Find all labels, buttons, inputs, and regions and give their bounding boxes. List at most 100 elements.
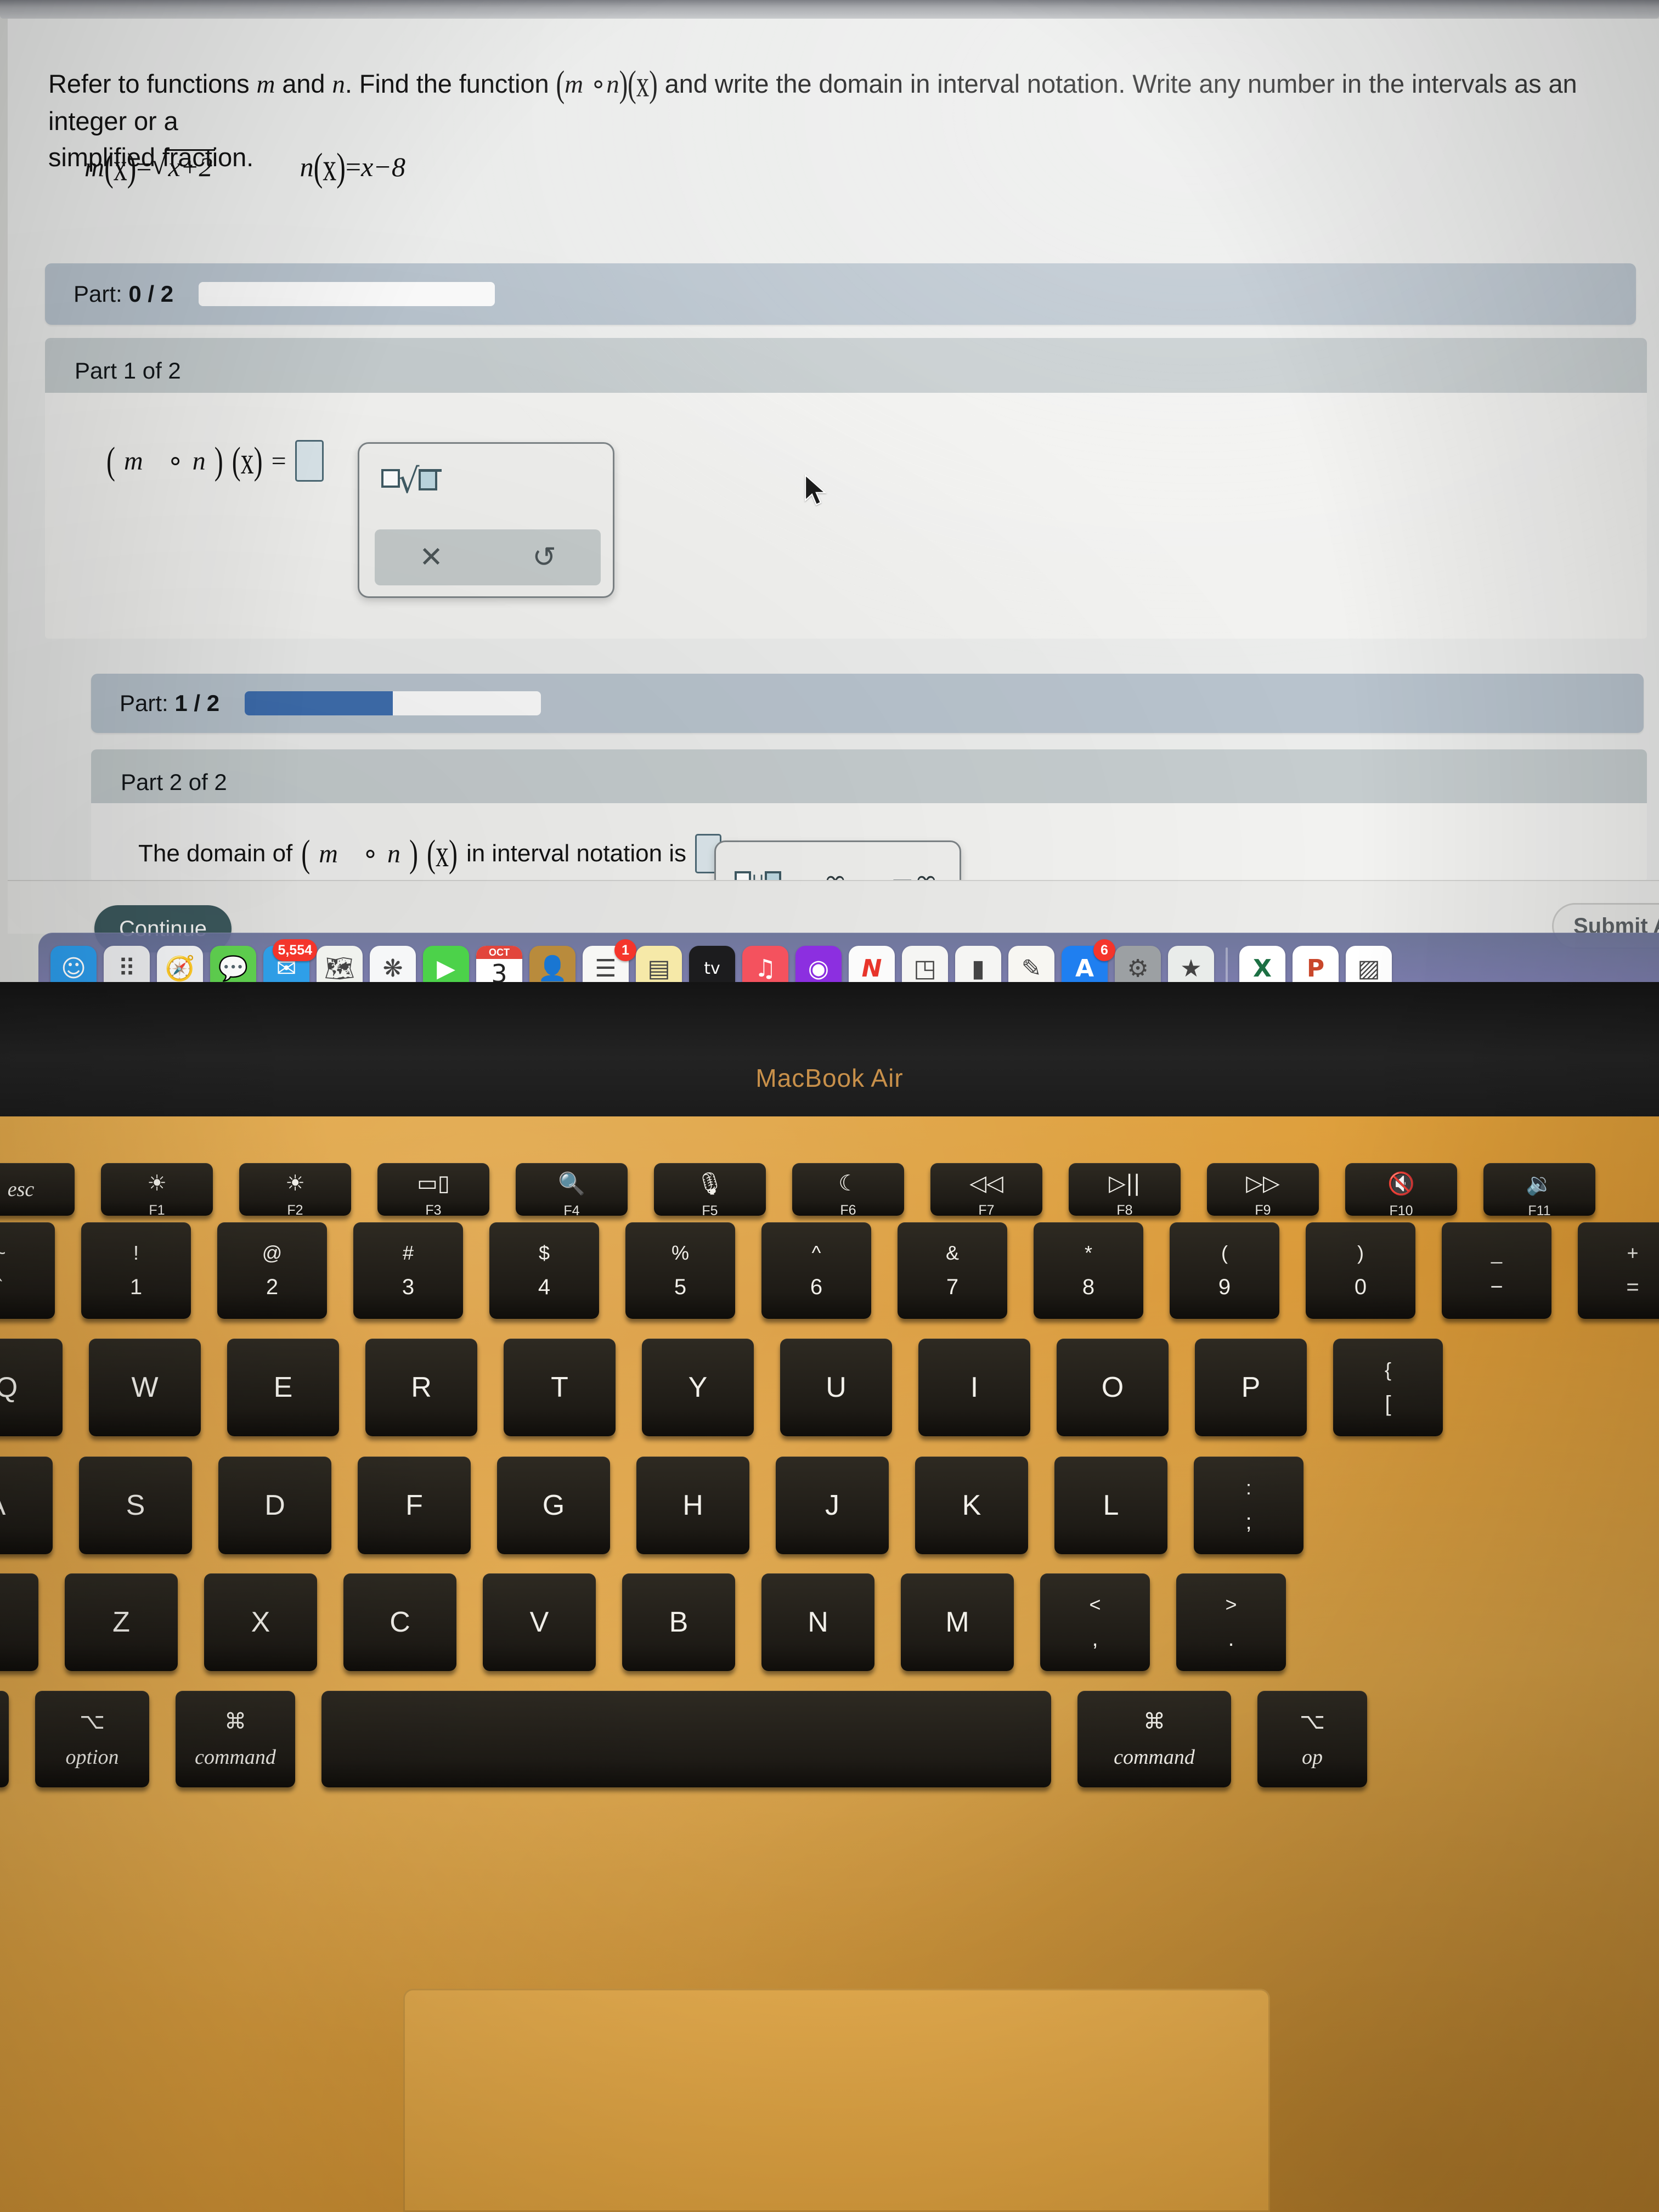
clear-icon[interactable]: ✕ bbox=[419, 541, 443, 574]
keyboard-number-row[interactable]: ~` !1 @2 #3 $4 %5 ^6&7 *8 (9 )0 _− += bbox=[0, 1222, 1659, 1319]
key-t[interactable]: T bbox=[504, 1339, 616, 1436]
math-palette-toolbar-part1[interactable]: ✕ ↺ bbox=[375, 529, 601, 585]
key-f1[interactable]: ☀ F1 bbox=[101, 1163, 213, 1218]
key-f11[interactable]: 🔉 F11 bbox=[1483, 1163, 1595, 1218]
part1-answer-input[interactable] bbox=[295, 440, 324, 482]
key-c[interactable]: C bbox=[343, 1573, 456, 1671]
dock-item-calendar[interactable]: OCT 3 bbox=[476, 946, 522, 982]
dock-item-safari[interactable]: 🧭 bbox=[157, 946, 203, 982]
key-command-left[interactable]: ⌘ command bbox=[176, 1691, 295, 1787]
dock-item-keynote[interactable]: ◳ bbox=[902, 946, 948, 982]
dock-item-reminders[interactable]: ☰ 1 bbox=[583, 939, 636, 982]
key-n[interactable]: N bbox=[761, 1573, 874, 1671]
trackpad[interactable] bbox=[403, 1989, 1270, 2212]
key-g[interactable]: G bbox=[497, 1457, 610, 1554]
key-f7[interactable]: ◁◁ F7 bbox=[930, 1163, 1042, 1218]
dock-item-facetime[interactable]: ▶ bbox=[423, 946, 469, 982]
dock-item-pages[interactable]: ✎ bbox=[1008, 946, 1054, 982]
dock-item-music[interactable]: ♫ bbox=[742, 946, 788, 982]
key-4[interactable]: $4 bbox=[489, 1222, 599, 1319]
dock-item-numbers[interactable]: ▮ bbox=[955, 946, 1001, 982]
key-z[interactable]: Z bbox=[65, 1573, 178, 1671]
undo-icon[interactable]: ↺ bbox=[532, 541, 556, 574]
key-f2[interactable]: ☀ F2 bbox=[239, 1163, 351, 1218]
key-f8[interactable]: ▷|| F8 bbox=[1069, 1163, 1181, 1218]
key-space[interactable] bbox=[321, 1691, 1051, 1787]
key-control[interactable]: ^ bbox=[0, 1691, 9, 1787]
keyboard-home-row[interactable]: A S D F G H J K L:; bbox=[0, 1457, 1330, 1554]
key-m[interactable]: M bbox=[901, 1573, 1014, 1671]
key-w[interactable]: W bbox=[89, 1339, 201, 1436]
key-8[interactable]: * 8 bbox=[1034, 1222, 1143, 1319]
key-k[interactable]: K bbox=[915, 1457, 1028, 1554]
key-semicolon[interactable]: :; bbox=[1194, 1457, 1304, 1554]
key-shift-left[interactable] bbox=[0, 1573, 38, 1671]
key-esc[interactable]: esc bbox=[0, 1163, 75, 1216]
key-3[interactable]: #3 bbox=[353, 1222, 463, 1319]
key-u[interactable]: U bbox=[780, 1339, 892, 1436]
dock-item-messages[interactable]: 💬 bbox=[210, 946, 256, 982]
nth-root-icon[interactable]: √ bbox=[381, 464, 442, 498]
key-b[interactable]: B bbox=[622, 1573, 735, 1671]
key-9[interactable]: (9 bbox=[1170, 1222, 1279, 1319]
key-e[interactable]: E bbox=[227, 1339, 339, 1436]
key-j[interactable]: J bbox=[776, 1457, 889, 1554]
key-bracket-left[interactable]: {[ bbox=[1333, 1339, 1443, 1436]
key-6[interactable]: ^ 6 bbox=[761, 1222, 871, 1319]
keyboard-bottom-letter-row[interactable]: Z X C V B N M <, >. bbox=[0, 1573, 1312, 1671]
dock-item-finder-photo[interactable]: ▨ bbox=[1346, 946, 1392, 982]
key-1[interactable]: ! 1 bbox=[81, 1222, 191, 1319]
dock-item-photo-booth[interactable]: ★ bbox=[1168, 946, 1214, 982]
dock-item-apple-tv[interactable]: tv bbox=[689, 946, 735, 982]
key-7[interactable]: & 7 bbox=[898, 1222, 1007, 1319]
key-`[interactable]: ~` bbox=[0, 1222, 55, 1319]
key-f3[interactable]: ▭▯ F3 bbox=[377, 1163, 489, 1218]
dock-item-podcasts[interactable]: ◉ bbox=[795, 946, 842, 982]
dock-item-contacts[interactable]: 👤 bbox=[529, 946, 575, 982]
key-=[interactable]: + = bbox=[1578, 1222, 1659, 1319]
key-period[interactable]: >. bbox=[1176, 1573, 1286, 1671]
keyboard[interactable]: esc ☀ F1 ☀ F2 ▭▯ F3 🔍 F4 🎙 F5 ☾ F6 ◁◁ F7 ▷|| F8 ▷▷ F9 🔇 F10 🔉… bbox=[0, 1163, 1659, 1860]
macos-dock[interactable]: ☺ ⠿ 🧭 💬 ✉ 5,554 🗺 ❋ ▶ OCT 3 👤 ☰ 1 ▤ tv ♫ ◉ N ◳ ▮ ✎ A 6 ⚙ ★ X P ▨ bbox=[38, 933, 1659, 982]
keyboard-function-row[interactable]: esc ☀ F1 ☀ F2 ▭▯ F3 🔍 F4 🎙 F5 ☾ F6 ◁◁ F7 ▷|| F8 ▷▷ F9 🔇 F10 🔉… bbox=[0, 1163, 1622, 1218]
key-x[interactable]: X bbox=[204, 1573, 317, 1671]
key-r[interactable]: R bbox=[365, 1339, 477, 1436]
key-f6[interactable]: ☾ F6 bbox=[792, 1163, 904, 1218]
dock-item-mail[interactable]: ✉ 5,554 bbox=[263, 939, 317, 982]
key-option-right[interactable]: ⌥ op bbox=[1257, 1691, 1367, 1787]
key-d[interactable]: D bbox=[218, 1457, 331, 1554]
dock-item-finder[interactable]: ☺ bbox=[50, 946, 97, 982]
dock-item-powerpoint[interactable]: P bbox=[1293, 946, 1339, 982]
key-q[interactable]: Q bbox=[0, 1339, 63, 1436]
dock-item-system-settings[interactable]: ⚙ bbox=[1115, 946, 1161, 982]
key-p[interactable]: P bbox=[1195, 1339, 1307, 1436]
dock-item-app-store[interactable]: A6 bbox=[1062, 939, 1115, 982]
key-o[interactable]: O bbox=[1057, 1339, 1169, 1436]
key-f[interactable]: F bbox=[358, 1457, 471, 1554]
key-f10[interactable]: 🔇 F10 bbox=[1345, 1163, 1457, 1218]
key-y[interactable]: Y bbox=[642, 1339, 754, 1436]
key-i[interactable]: I bbox=[918, 1339, 1030, 1436]
key-v[interactable]: V bbox=[483, 1573, 596, 1671]
dock-item-launchpad[interactable]: ⠿ bbox=[104, 946, 150, 982]
keyboard-modifier-row[interactable]: ^ ⌥ option ⌘ command ⌘ command ⌥ op bbox=[0, 1691, 1367, 1787]
key-s[interactable]: S bbox=[79, 1457, 192, 1554]
key-f5[interactable]: 🎙 F5 bbox=[654, 1163, 766, 1218]
key-5[interactable]: % 5 bbox=[625, 1222, 735, 1319]
key-2[interactable]: @2 bbox=[217, 1222, 327, 1319]
math-palette-part1[interactable]: √ ✕ ↺ bbox=[358, 442, 614, 598]
keyboard-qwerty-row[interactable]: Q W E R T Y U I O P {[ bbox=[0, 1339, 1469, 1436]
key-l[interactable]: L bbox=[1054, 1457, 1167, 1554]
key-f4[interactable]: 🔍 F4 bbox=[516, 1163, 628, 1218]
key-h[interactable]: H bbox=[636, 1457, 749, 1554]
dock-item-maps[interactable]: 🗺 bbox=[317, 946, 363, 982]
dock-item-photos[interactable]: ❋ bbox=[370, 946, 416, 982]
dock-item-news[interactable]: N bbox=[849, 946, 895, 982]
key-0[interactable]: ) 0 bbox=[1306, 1222, 1415, 1319]
key-a[interactable]: A bbox=[0, 1457, 53, 1554]
key-−[interactable]: _ − bbox=[1442, 1222, 1551, 1319]
key-option-left[interactable]: ⌥ option bbox=[35, 1691, 149, 1787]
dock-item-excel[interactable]: X bbox=[1239, 946, 1285, 982]
dock-item-notes[interactable]: ▤ bbox=[636, 946, 682, 982]
key-f9[interactable]: ▷▷ F9 bbox=[1207, 1163, 1319, 1218]
